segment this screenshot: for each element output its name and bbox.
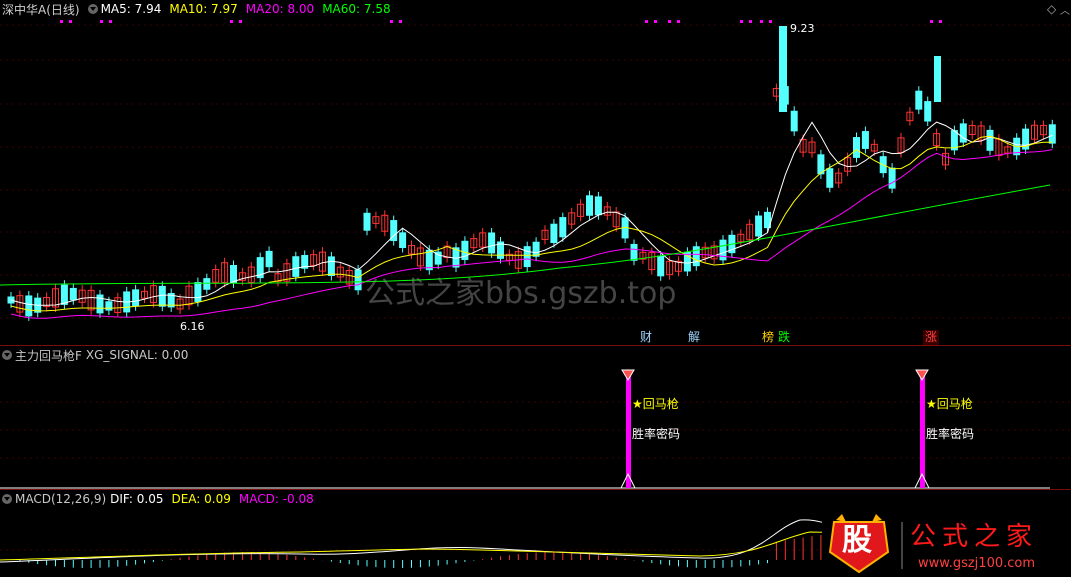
candle — [790, 110, 798, 132]
signal-bar — [626, 376, 631, 488]
signal-dot — [60, 20, 63, 23]
dropdown-icon[interactable] — [87, 4, 98, 14]
gem-icon — [915, 369, 929, 381]
signal-dot — [645, 20, 648, 23]
candle — [265, 250, 273, 268]
signal-dot — [668, 20, 671, 23]
signal-label-1: ★回马枪 — [632, 397, 679, 411]
chevron-up-icon[interactable]: ︿ — [1060, 2, 1070, 17]
signal-dot — [109, 20, 112, 23]
candle — [755, 215, 763, 237]
watermark-text: 公式之家bbs.gszb.top — [365, 276, 677, 311]
signal-dot — [939, 20, 942, 23]
candle — [924, 101, 932, 122]
diamond-icon[interactable]: ◇ — [1047, 2, 1056, 16]
signal-dot — [239, 20, 242, 23]
candle — [826, 168, 834, 188]
signal-sub-2: 胜率密码 — [926, 427, 975, 441]
signal-dot — [100, 20, 103, 23]
signal-dot — [677, 20, 680, 23]
signal-dot — [769, 20, 772, 23]
high-price-label: 9.23 — [790, 22, 815, 35]
signal-bar — [920, 376, 925, 488]
price-panel[interactable]: 深中华A(日线) MA5: 7.94 MA10: 7.97 MA20: 8.00… — [0, 0, 1071, 345]
ma60-label: MA60: 7.58 — [322, 2, 391, 16]
signal-dot — [230, 20, 233, 23]
candle — [363, 212, 371, 231]
signal-sub-1: 胜率密码 — [632, 427, 681, 441]
indicator-menu-icon[interactable] — [2, 494, 12, 504]
candle — [861, 131, 869, 149]
site-logo: 股 公式之家 www.gszj100.com — [822, 514, 1071, 577]
dif-label: DIF: 0.05 — [110, 492, 164, 506]
signal-dot — [69, 20, 72, 23]
signal-dot — [740, 20, 743, 23]
candle — [60, 284, 68, 305]
macd-title[interactable]: MACD(12,26,9) — [15, 492, 106, 506]
candle — [230, 265, 237, 284]
candle — [69, 287, 77, 301]
candle — [888, 167, 896, 189]
candle — [158, 285, 166, 307]
candle — [550, 223, 558, 244]
signal-dot — [749, 20, 752, 23]
signal-dot — [390, 20, 393, 23]
candle — [105, 301, 113, 311]
candle — [354, 269, 362, 291]
macd-value-label: MACD: -0.08 — [238, 492, 314, 506]
candle — [779, 26, 787, 112]
signal-chart[interactable] — [0, 346, 1071, 489]
candle — [327, 256, 335, 276]
candle — [488, 232, 496, 254]
logo-url: www.gszj100.com — [918, 556, 1036, 571]
candle — [915, 90, 923, 110]
signal-title[interactable]: 主力回马枪F — [15, 347, 82, 364]
signal-label-2: ★回马枪 — [926, 397, 973, 411]
candle — [817, 154, 825, 175]
ma5-label: MA5: 7.94 — [100, 2, 162, 16]
candle — [25, 295, 33, 317]
candle — [594, 196, 602, 216]
ma20-label: MA20: 8.00 — [245, 2, 315, 16]
logo-text: 公式之家 — [910, 522, 1039, 552]
signal-value: XG_SIGNAL: 0.00 — [85, 348, 189, 362]
dea-line — [0, 531, 871, 561]
event-tag-unlock[interactable]: 解 — [686, 330, 702, 345]
event-tag-fall[interactable]: 跌 — [776, 330, 792, 345]
stock-title[interactable]: 深中华A(日线) — [2, 1, 80, 18]
candle — [532, 241, 540, 257]
candle — [194, 282, 202, 302]
macd-header: MACD(12,26,9) DIF: 0.05 DEA: 0.09 MACD: … — [2, 491, 322, 507]
candle — [132, 289, 140, 307]
candle — [853, 137, 860, 158]
low-price-label: 6.16 — [180, 320, 205, 333]
signal-header: 主力回马枪F XG_SIGNAL: 0.00 — [2, 347, 196, 363]
candle — [986, 129, 994, 151]
event-tag-finance[interactable]: 财 — [638, 330, 654, 345]
candle — [203, 278, 211, 290]
gem-icon — [621, 369, 635, 381]
candle — [934, 56, 941, 102]
event-tag-rise[interactable]: 涨 — [923, 330, 940, 345]
signal-dot — [760, 20, 763, 23]
logo-badge: 股 — [842, 523, 872, 558]
signal-dot — [930, 20, 933, 23]
candle — [586, 195, 593, 216]
candle — [399, 232, 407, 249]
event-tag-list[interactable]: 榜 — [760, 330, 776, 345]
signal-dot — [399, 20, 402, 23]
ma10-label: MA10: 7.97 — [169, 2, 238, 16]
signal-panel[interactable]: 主力回马枪F XG_SIGNAL: 0.00 ★回马枪 胜率密码 ★回马枪 胜率… — [0, 346, 1071, 489]
dea-label: DEA: 0.09 — [171, 492, 231, 506]
signal-dot — [654, 20, 657, 23]
price-header: 深中华A(日线) MA5: 7.94 MA10: 7.97 MA20: 8.00… — [2, 1, 399, 17]
candle — [559, 217, 567, 238]
candle — [425, 249, 433, 271]
indicator-menu-icon[interactable] — [2, 350, 12, 360]
candle — [292, 256, 300, 277]
candle — [630, 243, 638, 261]
candle — [1048, 124, 1056, 144]
candle — [523, 246, 531, 268]
